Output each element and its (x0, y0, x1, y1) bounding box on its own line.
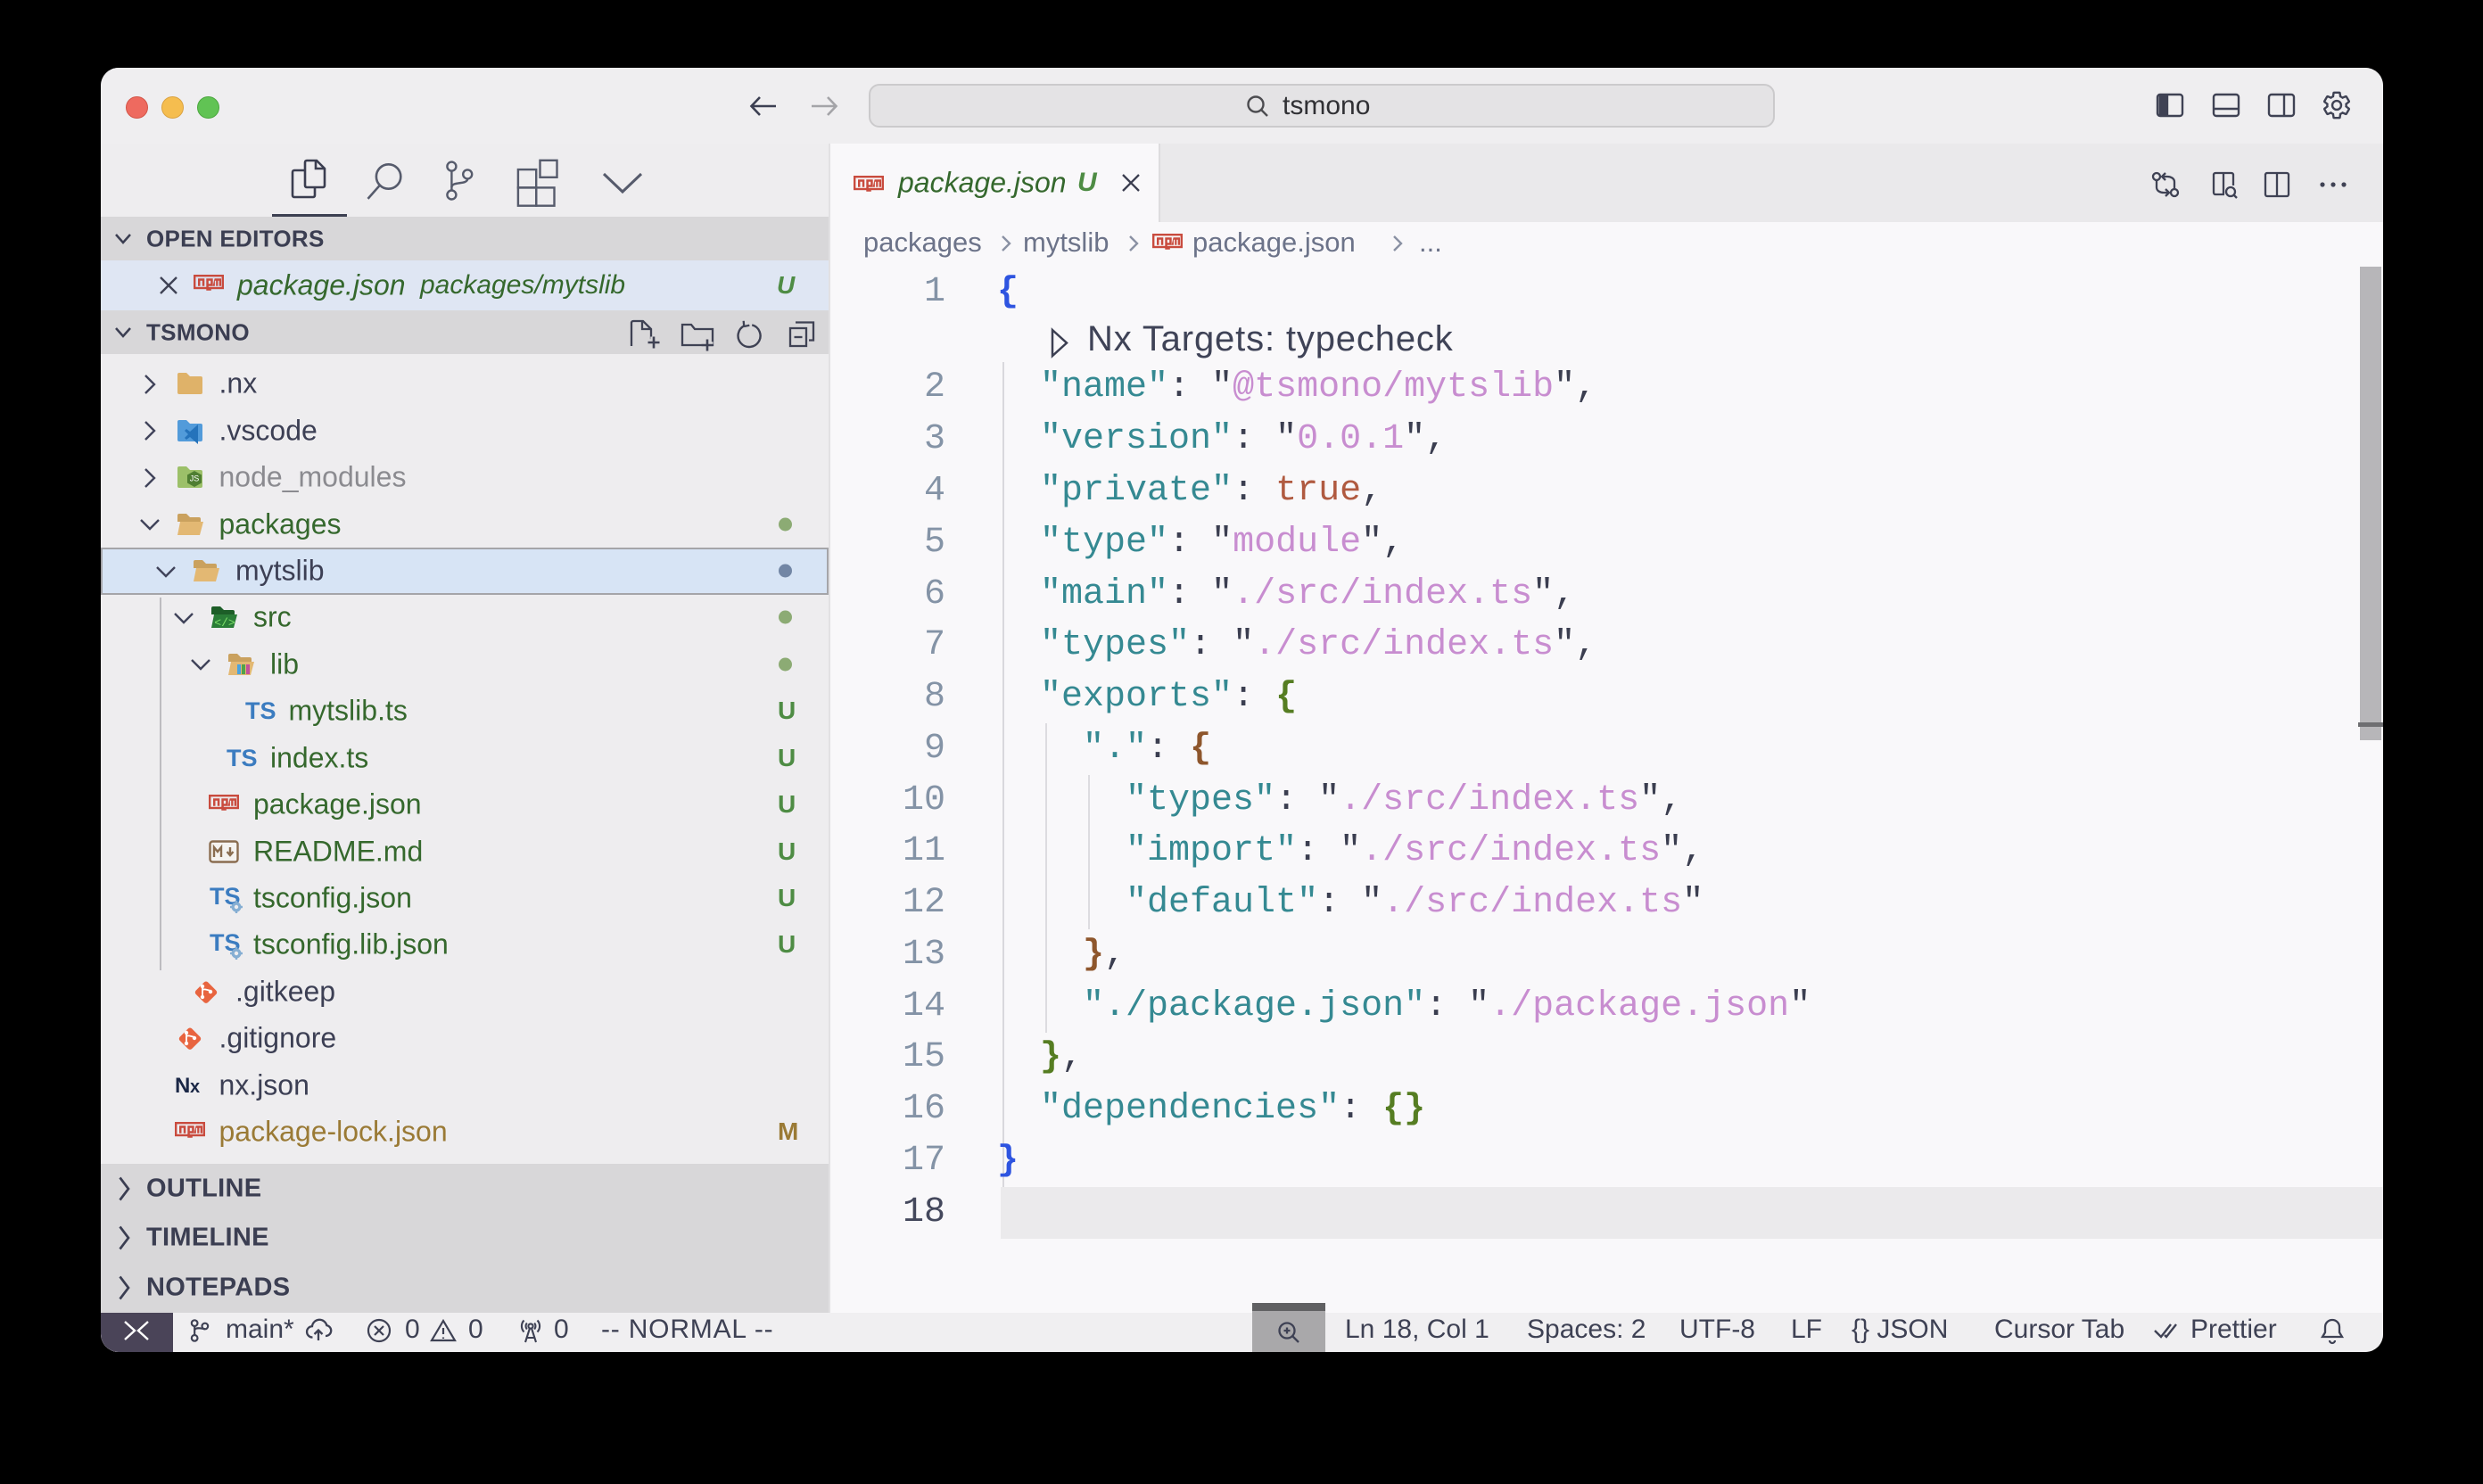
svg-text:JS: JS (189, 474, 199, 483)
svg-text:TS: TS (227, 745, 258, 771)
svg-text:TS: TS (245, 697, 276, 724)
svg-text:</>: </> (214, 616, 235, 630)
svg-text:x: x (190, 1077, 200, 1097)
svg-text:N: N (175, 1074, 190, 1098)
